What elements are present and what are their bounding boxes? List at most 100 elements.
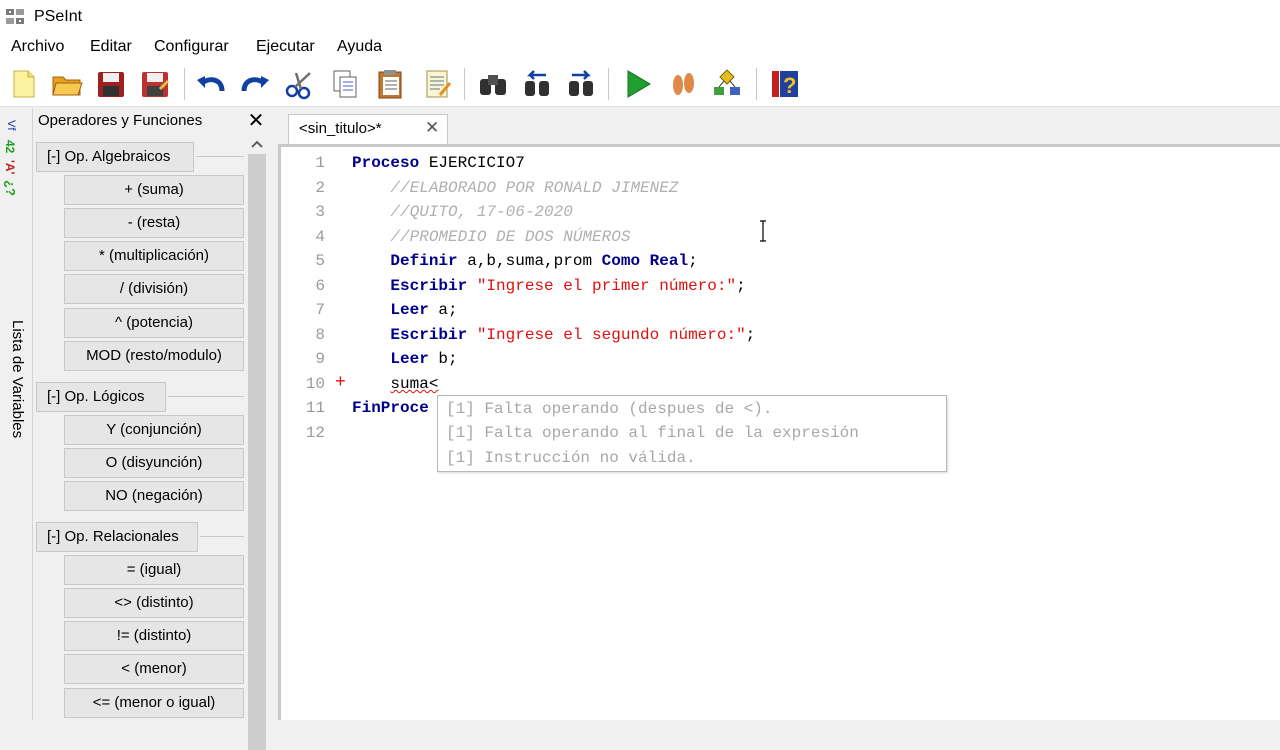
op-no-button[interactable]: NO (negación)	[64, 481, 244, 511]
category-algebraicos[interactable]: [-] Op. Algebraicos	[36, 142, 194, 172]
save-icon[interactable]	[94, 67, 128, 101]
op-distinto-alt-button[interactable]: != (distinto)	[64, 621, 244, 651]
string-literal: "Ingrese el primer número:"	[476, 277, 737, 295]
identifier: b;	[428, 350, 458, 368]
code-line-11: FinProce	[352, 399, 429, 417]
line-number: 12	[305, 424, 325, 442]
toolbar: ?	[0, 62, 1280, 107]
op-division-button[interactable]: / (división)	[64, 274, 244, 304]
code-line-2: //ELABORADO POR RONALD JIMENEZ	[352, 179, 679, 197]
paste-icon[interactable]	[374, 67, 408, 101]
variables-list-label[interactable]: Lista de Variables	[9, 320, 26, 438]
toolbar-separator	[756, 68, 757, 100]
svg-text:'A': 'A'	[4, 160, 17, 175]
identifier: a,b,suma,prom	[457, 252, 602, 270]
op-multiplicacion-button[interactable]: * (multiplicación)	[64, 241, 244, 271]
edit-icon[interactable]	[420, 67, 454, 101]
menu-ayuda[interactable]: Ayuda	[337, 38, 382, 56]
keyword: Escribir	[390, 326, 468, 344]
keyword: Como Real	[601, 252, 689, 270]
step-by-step-icon[interactable]	[666, 67, 700, 101]
op-menor-button[interactable]: < (menor)	[64, 654, 244, 684]
menu-archivo[interactable]: Archivo	[11, 38, 64, 56]
close-icon[interactable]: ✕	[245, 108, 267, 133]
menu-bar: Archivo Editar Configurar Ejecutar Ayuda	[0, 34, 1280, 62]
line-number: 8	[315, 326, 325, 344]
op-igual-button[interactable]: = (igual)	[64, 555, 244, 585]
search-icon[interactable]	[476, 67, 510, 101]
flowchart-icon[interactable]	[710, 67, 744, 101]
tab-label: <sin_titulo>*	[299, 120, 382, 137]
tab-sin-titulo[interactable]: <sin_titulo>* ✕	[288, 114, 448, 144]
open-folder-icon[interactable]	[50, 67, 84, 101]
toolbar-separator	[608, 68, 609, 100]
help-icon[interactable]: ?	[768, 67, 802, 101]
find-previous-icon[interactable]	[520, 67, 554, 101]
close-icon[interactable]: ✕	[425, 118, 439, 138]
op-suma-button[interactable]: + (suma)	[64, 175, 244, 205]
svg-text:Vf: Vf	[5, 120, 17, 131]
find-next-icon[interactable]	[564, 67, 598, 101]
keyword: Definir	[390, 252, 458, 270]
line-number: 7	[315, 301, 325, 319]
variables-side-strip: Vf 42 'A' ¿? Lista de Variables	[0, 108, 33, 720]
panel-header: Operadores y Funciones ✕	[33, 108, 269, 134]
error-marker[interactable]: +	[335, 373, 346, 393]
svg-text:¿?: ¿?	[4, 180, 18, 196]
code-line-1: Proceso EJERCICIO7	[352, 154, 525, 172]
line-number: 2	[315, 179, 325, 197]
op-o-button[interactable]: O (disyunción)	[64, 448, 244, 478]
identifier: EJERCICIO7	[419, 154, 525, 172]
panel-scrollbar[interactable]	[246, 134, 268, 750]
title-bar: PSeInt	[0, 0, 1280, 34]
category-divider	[196, 156, 244, 157]
string-literal: "Ingrese el segundo número:"	[476, 326, 746, 344]
operators-panel: Operadores y Funciones ✕ [-] Op. Algebra…	[33, 108, 269, 750]
keyword: FinProce	[352, 399, 429, 417]
op-y-button[interactable]: Y (conjunción)	[64, 415, 244, 445]
variables-icon[interactable]: Vf 42 'A' ¿?	[3, 116, 30, 211]
op-resta-button[interactable]: - (resta)	[64, 208, 244, 238]
line-number: 10	[305, 375, 325, 393]
error-tooltip: [1] Falta operando (despues de <). [1] F…	[437, 395, 947, 472]
op-potencia-button[interactable]: ^ (potencia)	[64, 308, 244, 338]
copy-icon[interactable]	[328, 67, 362, 101]
category-divider	[168, 396, 244, 397]
new-file-icon[interactable]	[6, 67, 40, 101]
scrollbar-thumb[interactable]	[248, 154, 266, 750]
code-line-8: Escribir "Ingrese el segundo número:";	[352, 326, 755, 344]
chevron-up-icon[interactable]	[246, 138, 268, 154]
op-distinto-button[interactable]: <> (distinto)	[64, 588, 244, 618]
menu-configurar[interactable]: Configurar	[154, 38, 229, 56]
code-line-4: //PROMEDIO DE DOS NÚMEROS	[352, 228, 631, 246]
keyword: Leer	[390, 301, 429, 319]
cut-icon[interactable]	[282, 67, 316, 101]
svg-text:?: ?	[783, 73, 796, 98]
line-number: 9	[315, 350, 325, 368]
menu-ejecutar[interactable]: Ejecutar	[256, 38, 315, 56]
op-mod-button[interactable]: MOD (resto/modulo)	[64, 341, 244, 371]
undo-icon[interactable]	[194, 67, 228, 101]
category-logicos[interactable]: [-] Op. Lógicos	[36, 382, 166, 412]
category-relacionales[interactable]: [-] Op. Relacionales	[36, 522, 198, 552]
category-divider	[200, 536, 244, 537]
line-number: 5	[315, 252, 325, 270]
identifier: a;	[428, 301, 458, 319]
window-title: PSeInt	[34, 8, 83, 25]
error-message: [1] Falta operando (despues de <).	[446, 400, 773, 418]
redo-icon[interactable]	[238, 67, 272, 101]
op-menor-igual-button[interactable]: <= (menor o igual)	[64, 688, 244, 718]
code-line-10: suma<	[352, 375, 438, 393]
keyword: Leer	[390, 350, 429, 368]
save-as-icon[interactable]	[138, 67, 172, 101]
code-line-7: Leer a;	[352, 301, 458, 319]
code-line-6: Escribir "Ingrese el primer número:";	[352, 277, 745, 295]
run-icon[interactable]	[620, 67, 654, 101]
menu-editar[interactable]: Editar	[90, 38, 132, 56]
identifier: ;	[745, 326, 756, 344]
pseint-logo-icon	[5, 7, 27, 27]
error-message: [1] Falta operando al final de la expres…	[446, 424, 859, 442]
line-number: 1	[315, 154, 325, 172]
error-message: [1] Instrucción no válida.	[446, 449, 696, 467]
keyword: Escribir	[390, 277, 468, 295]
